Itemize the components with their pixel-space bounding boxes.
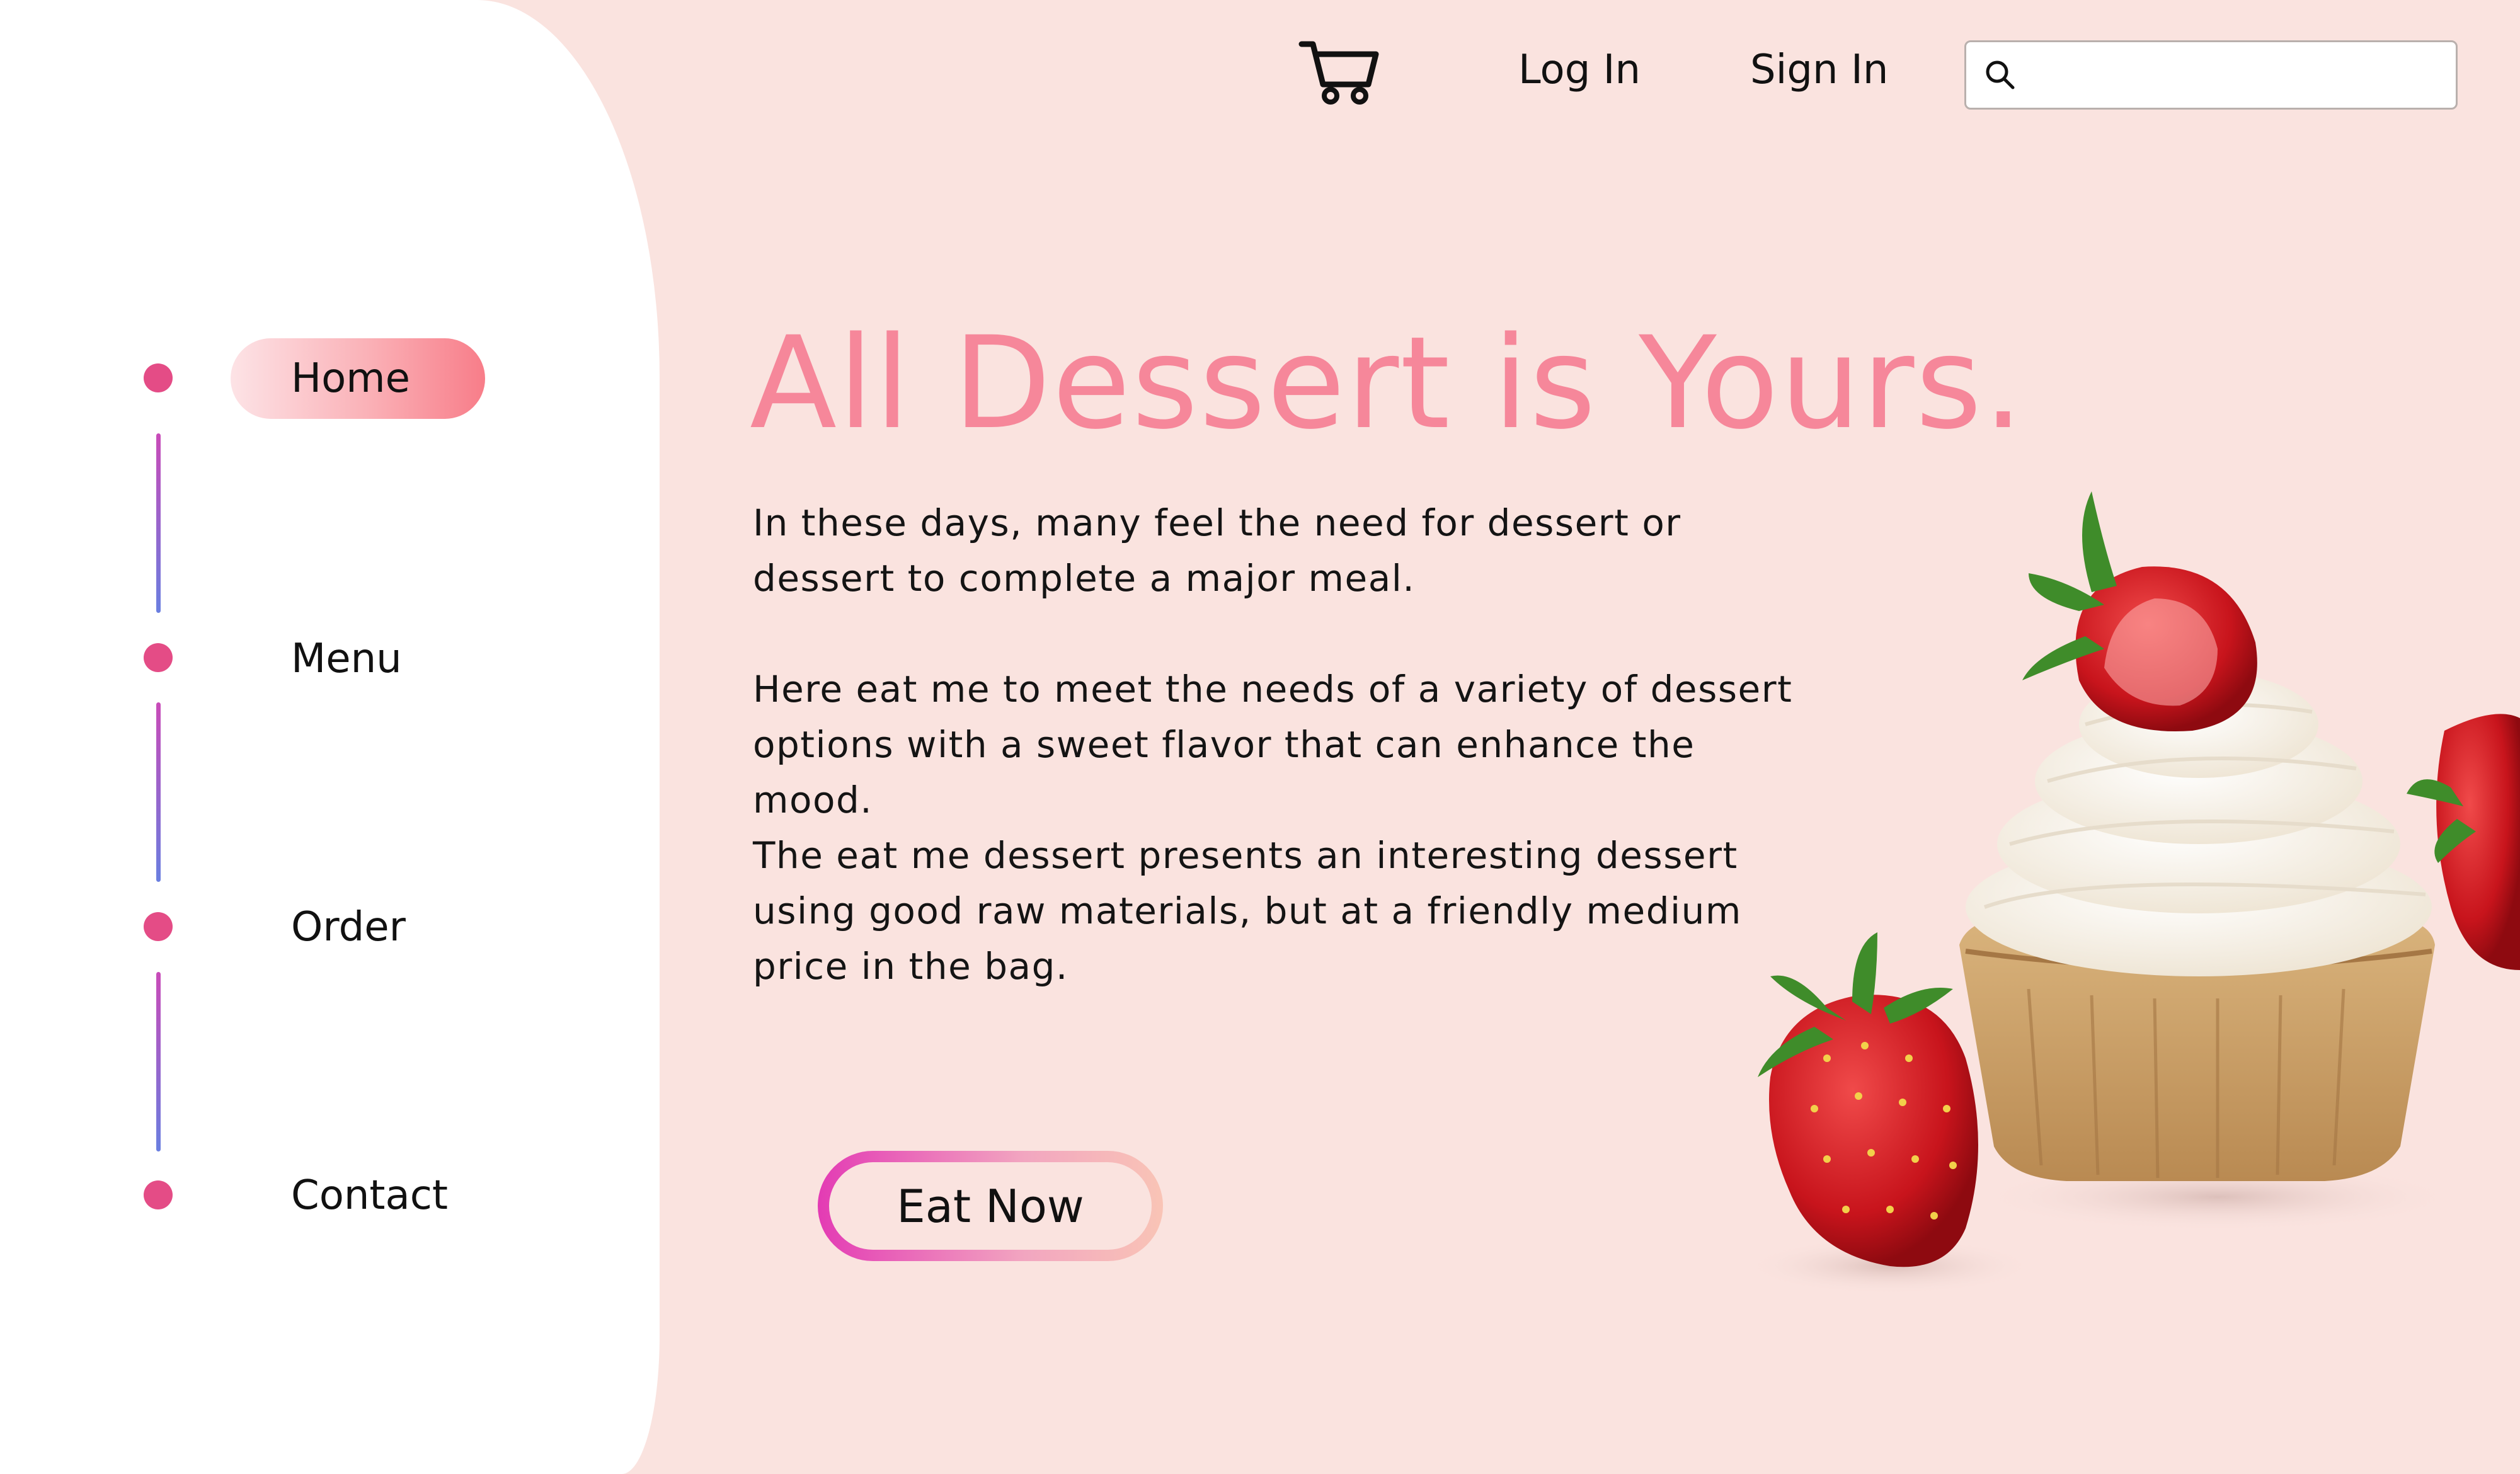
nav-connector: [156, 433, 161, 613]
nav-dot-menu: [144, 643, 173, 672]
sidebar: Home Menu Order Contact: [0, 0, 660, 1474]
search-icon: [1986, 60, 2015, 89]
sidebar-item-home[interactable]: Home: [231, 338, 485, 419]
login-link[interactable]: Log In: [1518, 47, 1641, 93]
sidebar-item-label: Menu: [291, 636, 402, 682]
sidebar-item-label: Contact: [291, 1172, 448, 1219]
eat-now-button[interactable]: Eat Now: [818, 1151, 1163, 1261]
cupcake-illustration: [1745, 491, 2520, 1294]
nav-connector: [156, 702, 161, 882]
sidebar-item-menu[interactable]: Menu: [231, 619, 485, 699]
eat-now-label: Eat Now: [829, 1162, 1152, 1250]
nav-dot-contact: [144, 1180, 173, 1209]
signin-link[interactable]: Sign In: [1750, 47, 1888, 93]
sidebar-item-label: Order: [291, 904, 406, 951]
sidebar-item-label: Home: [291, 355, 410, 402]
hero-paragraph: In these days, many feel the need for de…: [753, 501, 1681, 600]
search-input[interactable]: [2030, 59, 2434, 91]
shopping-cart-icon[interactable]: [1298, 38, 1380, 107]
hero-paragraph: Here eat me to meet the needs of a varie…: [753, 668, 1793, 821]
search-bar[interactable]: [1964, 40, 2458, 110]
sidebar-item-order[interactable]: Order: [231, 887, 485, 968]
nav-dot-order: [144, 912, 173, 941]
nav-dot-home: [144, 363, 173, 392]
sidebar-item-contact[interactable]: Contact: [231, 1155, 485, 1236]
hero-title: All Dessert is Yours.: [750, 309, 2025, 457]
hero-paragraph: The eat me dessert presents an interesti…: [753, 834, 1742, 988]
nav-connector: [156, 972, 161, 1151]
